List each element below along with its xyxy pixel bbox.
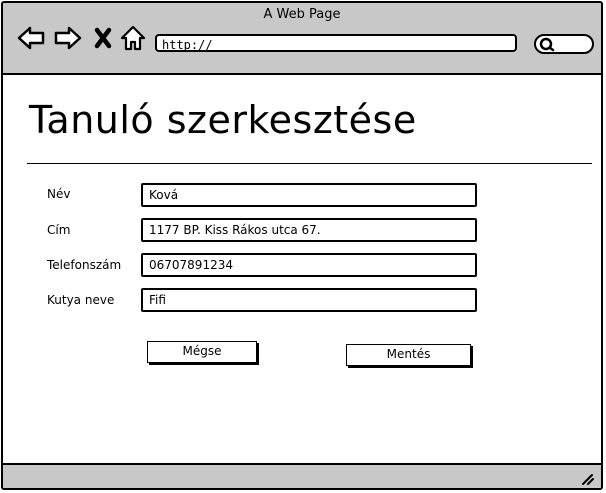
- browser-search-field[interactable]: [534, 34, 594, 54]
- title-divider: [27, 163, 592, 164]
- page-title: Tanuló szerkesztése: [29, 98, 417, 142]
- status-bar: [3, 463, 601, 488]
- back-icon[interactable]: [16, 23, 46, 53]
- dog-name-field[interactable]: Fifi: [141, 288, 477, 312]
- save-button[interactable]: Mentés: [346, 344, 471, 366]
- name-label: Név: [47, 187, 71, 201]
- browser-window: A Web Page http:// Tanuló szerkesztése N…: [1, 1, 603, 490]
- address-label: Cím: [47, 223, 71, 237]
- forward-icon[interactable]: [53, 23, 83, 53]
- browser-toolbar: A Web Page http://: [3, 3, 601, 75]
- search-icon: [539, 37, 555, 52]
- cancel-button[interactable]: Mégse: [147, 341, 257, 363]
- phone-label: Telefonszám: [47, 258, 122, 272]
- dog-name-label: Kutya neve: [47, 293, 115, 307]
- home-icon[interactable]: [118, 23, 148, 53]
- resize-grip-icon[interactable]: [581, 473, 595, 485]
- name-field[interactable]: Ková: [141, 183, 477, 207]
- close-icon[interactable]: [91, 23, 121, 53]
- address-field[interactable]: 1177 BP. Kiss Rákos utca 67.: [141, 218, 477, 242]
- url-input[interactable]: http://: [155, 34, 517, 52]
- window-title: A Web Page: [263, 7, 341, 22]
- phone-field[interactable]: 06707891234: [141, 253, 477, 277]
